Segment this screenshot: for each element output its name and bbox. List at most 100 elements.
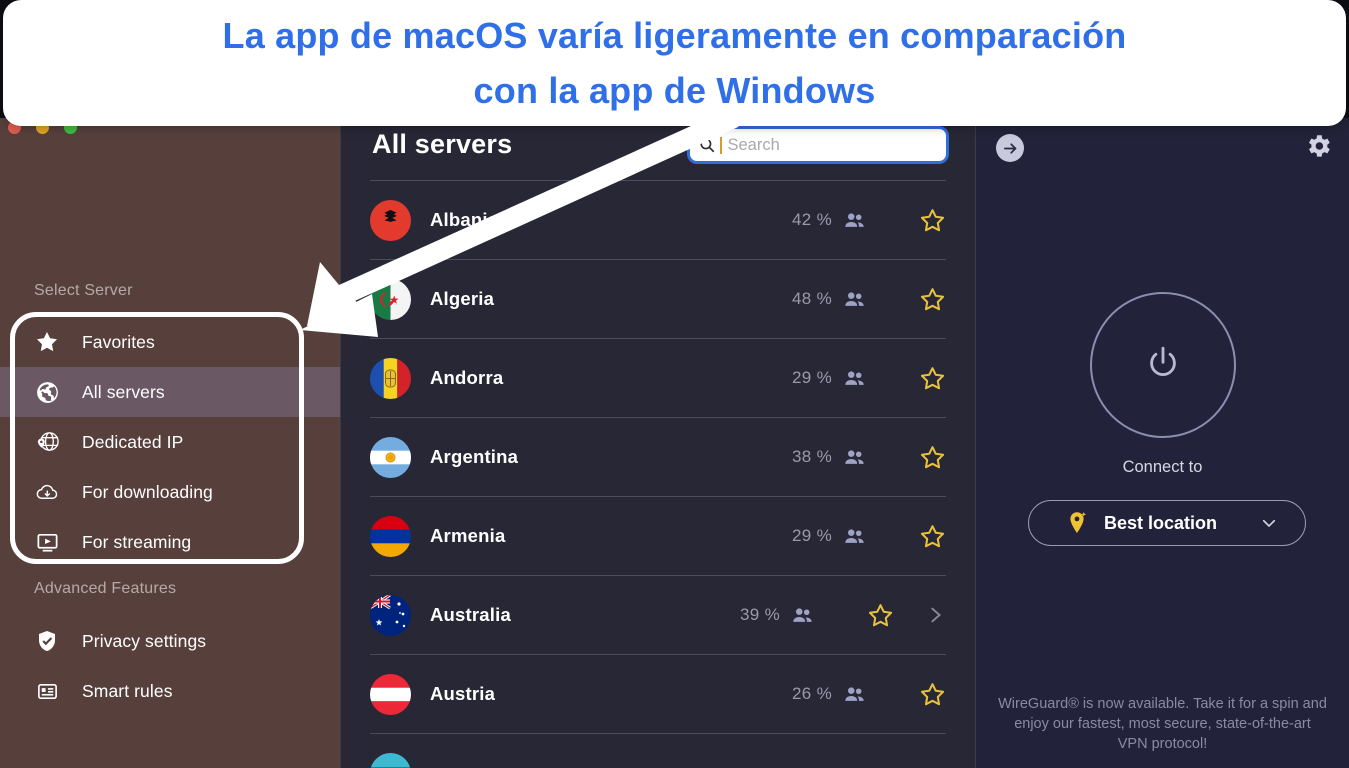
row-metrics: 29 % <box>792 365 946 392</box>
location-name: Best location <box>1104 512 1218 533</box>
server-load: 38 % <box>792 447 832 466</box>
sidebar-server-nav: Favorites All servers Dedicated IP For d… <box>0 317 340 567</box>
flag-austria <box>370 673 411 715</box>
table-row[interactable]: Algeria 48 % <box>341 260 975 338</box>
location-pin-icon <box>1066 511 1088 535</box>
sidebar-item-dedicated-ip[interactable]: Dedicated IP <box>0 417 340 467</box>
table-row[interactable]: Albania 42 % <box>341 181 975 259</box>
screenshot-root: Select Server Favorites All servers Dedi… <box>0 0 1349 768</box>
table-row[interactable]: Argentina 38 % <box>341 418 975 496</box>
server-load: 29 % <box>792 526 832 545</box>
favorite-star-icon[interactable] <box>919 681 946 708</box>
sidebar-item-favorites[interactable]: Favorites <box>0 317 340 367</box>
dedicated-ip-icon <box>34 429 60 455</box>
favorite-star-icon[interactable] <box>919 444 946 471</box>
flag-argentina <box>370 436 411 478</box>
favorite-star-icon[interactable] <box>867 602 894 629</box>
chevron-right-icon[interactable] <box>924 604 946 626</box>
globe-icon <box>34 379 60 405</box>
server-load: 42 % <box>792 210 832 229</box>
sidebar-item-smart-rules[interactable]: Smart rules <box>0 666 340 716</box>
table-row[interactable]: Austria 26 % <box>341 655 975 733</box>
country-name: Austria <box>430 683 496 704</box>
chevron-down-icon[interactable] <box>1260 514 1278 532</box>
users-icon <box>843 209 866 232</box>
smart-rules-icon <box>34 678 60 704</box>
page-title: All servers <box>372 129 513 159</box>
sidebar-item-label: All servers <box>82 381 165 402</box>
table-row[interactable]: Australia 39 % <box>341 576 975 654</box>
users-icon <box>843 446 866 469</box>
server-list-header: All servers Search <box>341 118 975 180</box>
vpn-app-window: Select Server Favorites All servers Dedi… <box>0 118 1349 768</box>
gear-icon[interactable] <box>1303 131 1333 161</box>
flag-algeria <box>370 278 411 320</box>
sidebar-item-privacy-settings[interactable]: Privacy settings <box>0 616 340 666</box>
flag-australia <box>370 594 411 636</box>
text-caret <box>720 136 722 154</box>
users-icon <box>843 525 866 548</box>
connect-panel: Connect to Best location WireGuard® is n… <box>975 118 1349 768</box>
flag-albania <box>370 199 411 241</box>
users-icon <box>843 288 866 311</box>
arrow-right-circle-icon[interactable] <box>996 134 1024 162</box>
callout-line-2: con la app de Windows <box>473 70 876 111</box>
callout-banner: La app de macOS varía ligeramente en com… <box>3 0 1346 126</box>
cloud-download-icon <box>34 479 60 505</box>
callout-line-1: La app de macOS varía ligeramente en com… <box>222 15 1127 56</box>
favorite-star-icon[interactable] <box>919 286 946 313</box>
sidebar-item-label: Smart rules <box>82 680 173 701</box>
flag-armenia <box>370 515 411 557</box>
country-name: Armenia <box>430 525 506 546</box>
country-name: Andorra <box>430 367 504 388</box>
server-list-panel: All servers Search Albania 42 % Algeria … <box>340 118 975 768</box>
sidebar-item-for-streaming[interactable]: For streaming <box>0 517 340 567</box>
favorite-star-icon[interactable] <box>919 523 946 550</box>
promo-message: WireGuard® is now available. Take it for… <box>998 696 1327 752</box>
connect-to-label: Connect to <box>1122 458 1203 476</box>
table-row-partial[interactable] <box>341 734 975 768</box>
server-load: 29 % <box>792 368 832 387</box>
server-load: 39 % <box>740 605 780 624</box>
country-name: Albania <box>430 209 499 230</box>
streaming-icon <box>34 529 60 555</box>
sidebar-item-label: For streaming <box>82 531 192 552</box>
table-row[interactable]: Andorra 29 % <box>341 339 975 417</box>
callout-text: La app de macOS varía ligeramente en com… <box>193 8 1157 118</box>
shield-check-icon <box>34 628 60 654</box>
server-load: 26 % <box>792 684 832 703</box>
row-metrics: 48 % <box>792 286 946 313</box>
sidebar-item-label: Favorites <box>82 331 155 352</box>
flag-next-country <box>370 752 411 768</box>
sidebar-item-all-servers[interactable]: All servers <box>0 367 340 417</box>
search-placeholder: Search <box>727 135 780 154</box>
sidebar-item-label: Privacy settings <box>82 630 207 651</box>
server-load: 48 % <box>792 289 832 308</box>
row-metrics: 38 % <box>792 444 946 471</box>
users-icon <box>843 683 866 706</box>
country-name: Algeria <box>430 288 495 309</box>
table-row[interactable]: Armenia 29 % <box>341 497 975 575</box>
star-icon <box>34 329 60 355</box>
power-icon <box>1144 344 1182 387</box>
location-selector[interactable]: Best location <box>1028 500 1306 546</box>
search-input[interactable]: Search <box>690 129 946 161</box>
country-name: Australia <box>430 604 511 625</box>
search-icon <box>698 136 716 154</box>
users-icon <box>791 604 814 627</box>
power-button[interactable] <box>1089 292 1236 438</box>
row-metrics: 29 % <box>792 523 946 550</box>
sidebar-section-advanced-features: Advanced Features <box>34 580 177 597</box>
sidebar-item-label: For downloading <box>82 481 213 502</box>
flag-andorra <box>370 357 411 399</box>
sidebar-item-label: Dedicated IP <box>82 431 184 452</box>
sidebar: Select Server Favorites All servers Dedi… <box>0 118 340 768</box>
sidebar-section-select-server: Select Server <box>34 282 133 299</box>
row-metrics: 42 % <box>792 207 946 234</box>
favorite-star-icon[interactable] <box>919 207 946 234</box>
favorite-star-icon[interactable] <box>919 365 946 392</box>
sidebar-item-for-downloading[interactable]: For downloading <box>0 467 340 517</box>
sidebar-advanced-nav: Privacy settings Smart rules <box>0 616 340 716</box>
row-metrics: 26 % <box>792 681 946 708</box>
row-metrics: 39 % <box>740 602 946 629</box>
